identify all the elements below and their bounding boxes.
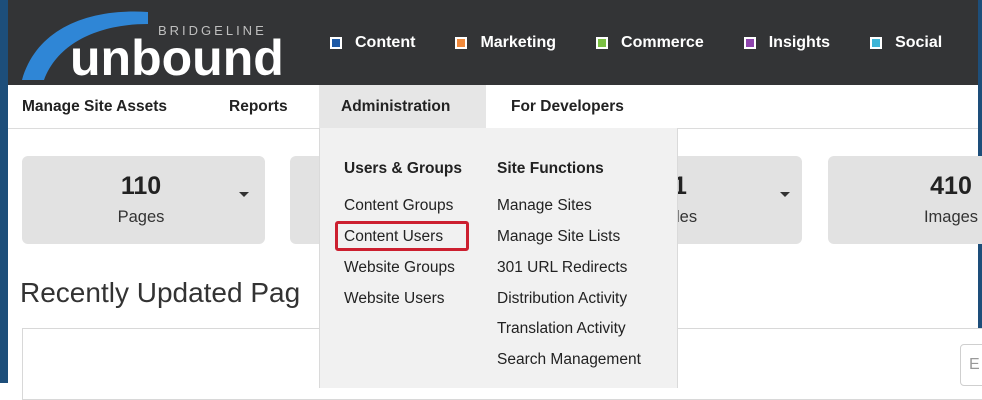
sub-nav-administration[interactable]: Administration [319, 85, 486, 128]
menu-item-301-url-redirects[interactable]: 301 URL Redirects [497, 259, 627, 277]
window-frame-left [0, 0, 8, 383]
top-nav: Content Marketing Commerce Insights Soci… [330, 0, 982, 85]
top-nav-content[interactable]: Content [330, 34, 415, 52]
administration-dropdown: Users & Groups Content Groups Content Us… [319, 128, 678, 388]
menu-item-content-groups[interactable]: Content Groups [344, 197, 453, 215]
menu-item-manage-sites[interactable]: Manage Sites [497, 197, 592, 215]
sub-nav-for-developers[interactable]: For Developers [511, 85, 624, 128]
social-color-square-icon [870, 36, 883, 49]
content-color-square-icon [330, 36, 342, 49]
top-bar: BRIDGELINE unbound Content Marketing Com… [8, 0, 978, 85]
top-nav-label: Marketing [480, 33, 557, 51]
menu-item-website-groups[interactable]: Website Groups [344, 259, 455, 277]
menu-item-website-users[interactable]: Website Users [344, 290, 445, 308]
stat-label: Pages [117, 208, 165, 226]
recently-updated-heading: Recently Updated Pag [20, 277, 301, 308]
top-nav-commerce[interactable]: Commerce [596, 34, 704, 52]
stat-label: les [676, 208, 698, 226]
top-nav-label: Commerce [621, 33, 704, 51]
top-nav-insights[interactable]: Insights [743, 33, 831, 52]
top-nav-label: Social [895, 33, 943, 51]
menu-item-search-management[interactable]: Search Management [497, 351, 641, 369]
marketing-color-square-icon [455, 36, 468, 49]
stat-label: Images [923, 208, 979, 226]
top-nav-label: Content [355, 33, 416, 51]
top-nav-marketing[interactable]: Marketing [455, 34, 556, 52]
top-nav-social[interactable]: Social [870, 34, 942, 52]
stat-value: 410 [930, 172, 972, 200]
chevron-down-icon[interactable] [239, 192, 249, 197]
content-users-highlight [335, 221, 469, 251]
site-functions-heading: Site Functions [497, 160, 604, 177]
menu-item-manage-site-lists[interactable]: Manage Site Lists [497, 228, 620, 246]
stat-card-files[interactable]: 1 les [673, 156, 802, 244]
users-groups-heading: Users & Groups [344, 160, 463, 177]
unbound-logo[interactable]: BRIDGELINE unbound [8, 0, 308, 85]
sub-nav-reports[interactable]: Reports [229, 85, 288, 128]
stat-card-pages[interactable]: 110 Pages [22, 156, 265, 244]
menu-item-distribution-activity[interactable]: Distribution Activity [497, 290, 627, 308]
chevron-down-icon[interactable] [780, 192, 790, 197]
stat-card-images[interactable]: 410 Images [828, 156, 982, 244]
top-nav-label: Insights [768, 33, 831, 51]
sub-nav: Manage Site Assets Reports Administratio… [8, 85, 978, 129]
stat-card-partial[interactable] [290, 156, 320, 244]
search-input[interactable]: E [960, 344, 982, 386]
sub-nav-manage-site-assets[interactable]: Manage Site Assets [22, 85, 167, 128]
insights-color-square-icon [743, 36, 756, 49]
commerce-color-square-icon [596, 36, 609, 49]
logo-brand: unbound [70, 30, 284, 85]
stat-value: 110 [120, 172, 162, 200]
menu-item-translation-activity[interactable]: Translation Activity [497, 320, 626, 338]
